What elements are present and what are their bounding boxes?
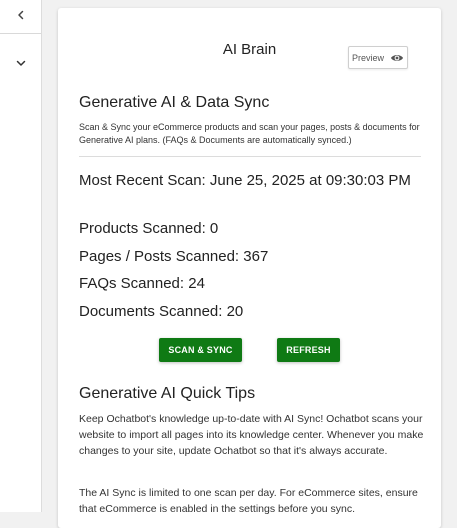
tips-heading: Generative AI Quick Tips — [79, 385, 256, 402]
scan-sync-button[interactable]: SCAN & SYNC — [159, 338, 242, 362]
tips-paragraph-2: The AI Sync is limited to one scan per d… — [79, 487, 418, 515]
chevron-down-icon — [16, 60, 25, 66]
documents-scanned: Documents Scanned: 20 — [79, 303, 244, 320]
section-divider — [79, 156, 421, 157]
ai-brain-card: AI Brain Preview Generative AI & Data Sy… — [58, 8, 441, 528]
sync-description: Scan & Sync your eCommerce products and … — [79, 122, 420, 145]
tips-paragraph-1: Keep Ochatbot's knowledge up-to-date wit… — [79, 413, 424, 457]
products-scanned: Products Scanned: 0 — [79, 220, 219, 237]
eye-icon — [391, 54, 403, 61]
pages-posts-scanned: Pages / Posts Scanned: 367 — [79, 248, 269, 265]
sidebar-divider — [0, 33, 41, 34]
collapse-sidebar-button[interactable] — [0, 0, 41, 30]
preview-button[interactable]: Preview — [348, 46, 408, 69]
sidebar — [0, 0, 42, 512]
chevron-left-icon — [17, 10, 23, 20]
refresh-button[interactable]: REFRESH — [277, 338, 340, 362]
sync-heading: Generative AI & Data Sync — [79, 94, 270, 111]
expand-menu-button[interactable] — [0, 48, 41, 78]
preview-label: Preview — [351, 52, 384, 63]
faqs-scanned: FAQs Scanned: 24 — [79, 275, 205, 292]
most-recent-scan: Most Recent Scan: June 25, 2025 at 09:30… — [79, 172, 411, 189]
